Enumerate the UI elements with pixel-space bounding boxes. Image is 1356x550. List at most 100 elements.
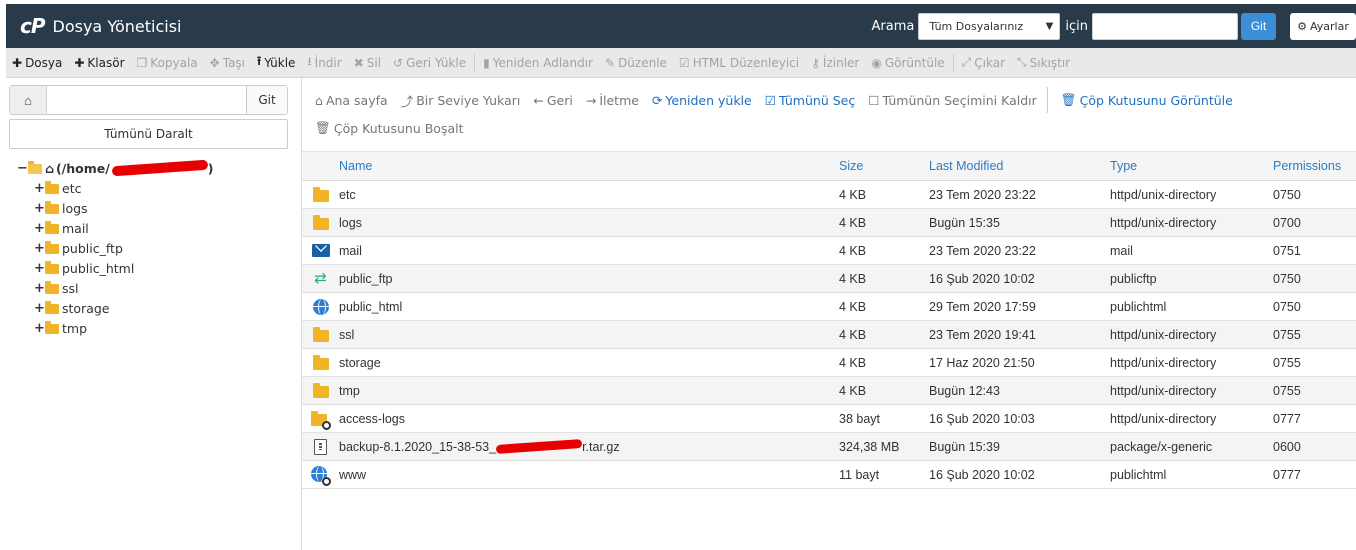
extract-button[interactable]: ⤢ Çıkar [962,55,1005,70]
edit-button[interactable]: ✎ Düzenle [605,56,667,70]
plus-icon[interactable]: + [34,261,45,276]
search-input[interactable] [1092,12,1238,40]
tree-item-label: logs [62,200,88,216]
settings-button[interactable]: ⚙ Ayarlar [1290,12,1356,40]
upload-button[interactable]: ⭱ Yükle [257,52,295,73]
unselect-all-link[interactable]: ☐ Tümünün Seçimini Kaldır [868,93,1037,108]
action-label: Geri [546,92,573,108]
download-button[interactable]: ⭳ İndir [307,52,341,73]
search-go-button[interactable]: Git [1241,12,1276,40]
tree-item-label: tmp [62,320,88,336]
table-row[interactable]: backup-8.1.2020_15-38-53_ r.tar.gz 324,38… [302,433,1356,461]
restore-button[interactable]: ↺ Geri Yükle [393,56,466,70]
file-type: mail [1110,243,1133,258]
tree-item-tmp[interactable]: + tmp [34,318,214,338]
row-icon-cell [302,383,339,398]
table-row[interactable]: public_html 4 KB 29 Tem 2020 17:59 publi… [302,293,1356,321]
html-editor-button[interactable]: ☑ HTML Düzenleyici [679,56,799,70]
folder-icon [45,220,59,234]
reload-link[interactable]: ⟳ Yeniden yükle [652,93,752,108]
folder-icon [45,240,59,254]
table-body: etc 4 KB 23 Tem 2020 23:22 httpd/unix-di… [302,181,1356,489]
file-modified: 16 Şub 2020 10:02 [929,467,1035,482]
select-all-link[interactable]: ☑ Tümünü Seç [765,93,855,108]
search-scope-select[interactable]: Tüm Dosyalarınız ▼ [918,12,1061,40]
header-permissions[interactable]: Permissions [1273,159,1356,173]
checkbox-checked-icon: ☑ [764,92,776,108]
toolbar-label: Dosya [25,55,63,70]
ftp-icon: ⇄ [314,270,327,287]
tree-item-storage[interactable]: + storage [34,298,214,318]
collapse-all-button[interactable]: Tümünü Daralt [9,119,288,149]
table-row[interactable]: mail 4 KB 23 Tem 2020 23:22 mail 0751 [302,237,1356,265]
empty-trash-link[interactable]: 🗑 Çöp Kutusunu Boşalt [315,120,464,136]
file-type: publichtml [1110,299,1167,314]
file-name: ssl [339,327,355,342]
tree-root-suffix: ) [207,160,214,176]
path-input[interactable] [47,86,247,114]
table-row[interactable]: access-logs 38 bayt 16 Şub 2020 10:03 ht… [302,405,1356,433]
table-row[interactable]: storage 4 KB 17 Haz 2020 21:50 httpd/uni… [302,349,1356,377]
plus-icon[interactable]: + [34,221,45,236]
forward-link[interactable]: → İletme [586,93,639,108]
copy-button[interactable]: ❐ Kopyala [137,56,198,70]
tree-root[interactable]: − ⌂ (/home/ ) [17,158,214,178]
move-button[interactable]: ✥ Taşı [210,56,245,70]
tree-item-etc[interactable]: + etc [34,178,214,198]
header-modified[interactable]: Last Modified [929,159,1110,173]
plus-icon[interactable]: + [34,241,45,256]
home-icon: ⌂ [315,92,323,108]
file-permissions: 0755 [1273,383,1301,398]
header-size[interactable]: Size [839,159,929,173]
tree-item-logs[interactable]: + logs [34,198,214,218]
arrow-left-icon: ← [533,92,544,108]
table-row[interactable]: etc 4 KB 23 Tem 2020 23:22 httpd/unix-di… [302,181,1356,209]
restore-icon: ↺ [393,55,404,70]
path-go-button[interactable]: Git [247,86,287,114]
toolbar-label: Kopyala [150,55,198,70]
file-permissions: 0750 [1273,187,1301,202]
plus-icon[interactable]: + [34,181,45,196]
header-name[interactable]: Name [339,159,839,173]
table-row[interactable]: ssl 4 KB 23 Tem 2020 19:41 httpd/unix-di… [302,321,1356,349]
refresh-icon: ⟳ [651,92,663,108]
new-folder-button[interactable]: ✚ Klasör [74,56,124,70]
table-row[interactable]: logs 4 KB Bugün 15:35 httpd/unix-directo… [302,209,1356,237]
compress-button[interactable]: ⤡ Sıkıştır [1017,55,1070,70]
home-link[interactable]: ⌂ Ana sayfa [315,93,388,108]
file-name: etc [339,187,356,202]
tree-item-mail[interactable]: + mail [34,218,214,238]
tree-item-label: etc [62,180,82,196]
rename-button[interactable]: ▮ Yeniden Adlandır [483,56,593,70]
minus-icon[interactable]: − [17,161,28,176]
tree-item-ssl[interactable]: + ssl [34,278,214,298]
plus-icon[interactable]: + [34,301,45,316]
delete-button[interactable]: ✖ Sil [354,56,381,70]
row-icon-cell [302,298,339,315]
cpanel-logo[interactable]: cP [20,14,45,38]
file-type: httpd/unix-directory [1110,327,1217,342]
plus-icon[interactable]: + [34,321,45,336]
header-type[interactable]: Type [1110,159,1273,173]
tree-item-public-ftp[interactable]: + public_ftp [34,238,214,258]
home-button[interactable]: ⌂ [10,86,47,114]
level-up-link[interactable]: ⤴ Bir Seviye Yukarı [401,91,521,110]
plus-icon[interactable]: + [34,201,45,216]
toolbar-label: Sıkıştır [1029,55,1071,70]
actions-row: ⌂ Ana sayfa ⤴ Bir Seviye Yukarı ← Geri →… [302,86,1356,114]
back-link[interactable]: ← Geri [533,93,572,108]
new-file-button[interactable]: ✚ Dosya [12,56,62,70]
table-row[interactable]: tmp 4 KB Bugün 12:43 httpd/unix-director… [302,377,1356,405]
table-row[interactable]: ⇄ public_ftp 4 KB 16 Şub 2020 10:02 publ… [302,265,1356,293]
file-name: mail [339,243,362,258]
row-icon-cell [302,355,339,370]
permissions-button[interactable]: ⚷ İzinler [811,56,859,70]
table-row[interactable]: www 11 bayt 16 Şub 2020 10:02 publichtml… [302,461,1356,489]
plus-icon[interactable]: + [34,281,45,296]
tree-root-prefix: (/home/ [55,160,110,176]
view-button[interactable]: ◉ Görüntüle [871,56,944,70]
file-name: tmp [339,383,360,398]
view-trash-link[interactable]: 🗑 Çöp Kutusunu Görüntüle [1061,92,1233,108]
action-label: Tümünü Seç [778,92,856,108]
tree-item-public-html[interactable]: + public_html [34,258,214,278]
